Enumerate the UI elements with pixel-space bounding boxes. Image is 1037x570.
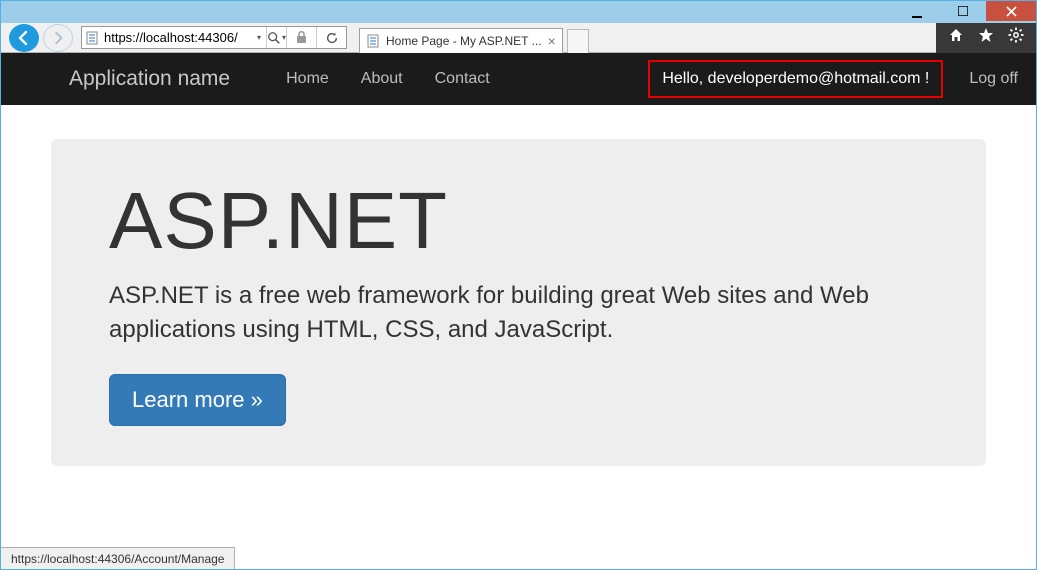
url-input[interactable]	[102, 27, 252, 48]
tab-title: Home Page - My ASP.NET ...	[386, 34, 542, 48]
page-content: Application name Home About Contact Hell…	[1, 53, 1036, 549]
lock-icon[interactable]	[286, 27, 316, 48]
window-maximize-button[interactable]	[940, 1, 986, 21]
forward-button[interactable]	[43, 24, 73, 52]
learn-more-button[interactable]: Learn more »	[109, 374, 286, 426]
page-favicon	[82, 31, 102, 45]
tab-favicon	[366, 34, 380, 48]
browser-right-controls	[936, 23, 1036, 53]
status-url: https://localhost:44306/Account/Manage	[11, 552, 224, 566]
settings-icon[interactable]	[1008, 27, 1024, 48]
nav-about[interactable]: About	[361, 70, 403, 88]
window-minimize-button[interactable]	[894, 1, 940, 21]
home-icon[interactable]	[948, 27, 964, 48]
site-navbar: Application name Home About Contact Hell…	[1, 53, 1036, 105]
status-bar: https://localhost:44306/Account/Manage	[1, 547, 235, 569]
window-close-button[interactable]	[986, 1, 1036, 21]
browser-toolbar: ▾ ▾ Home Page - My ASP.NET ... ×	[1, 23, 1036, 53]
favorites-icon[interactable]	[978, 27, 994, 48]
jumbo-lead: ASP.NET is a free web framework for buil…	[109, 279, 928, 346]
browser-tab[interactable]: Home Page - My ASP.NET ... ×	[359, 28, 563, 53]
window-titlebar	[1, 1, 1036, 23]
jumbotron: ASP.NET ASP.NET is a free web framework …	[51, 139, 986, 466]
back-button[interactable]	[9, 24, 39, 52]
nav-contact[interactable]: Contact	[435, 70, 490, 88]
new-tab-button[interactable]	[567, 29, 589, 53]
address-bar: ▾ ▾	[81, 26, 347, 49]
search-button[interactable]: ▾	[266, 27, 286, 48]
url-dropdown-icon[interactable]: ▾	[252, 33, 266, 42]
user-greeting[interactable]: Hello, developerdemo@hotmail.com !	[648, 60, 943, 98]
log-off-link[interactable]: Log off	[969, 70, 1018, 88]
tab-close-icon[interactable]: ×	[548, 33, 556, 49]
brand-link[interactable]: Application name	[69, 67, 230, 91]
jumbo-heading: ASP.NET	[109, 175, 928, 267]
nav-home[interactable]: Home	[286, 70, 329, 88]
refresh-button[interactable]	[316, 27, 346, 48]
